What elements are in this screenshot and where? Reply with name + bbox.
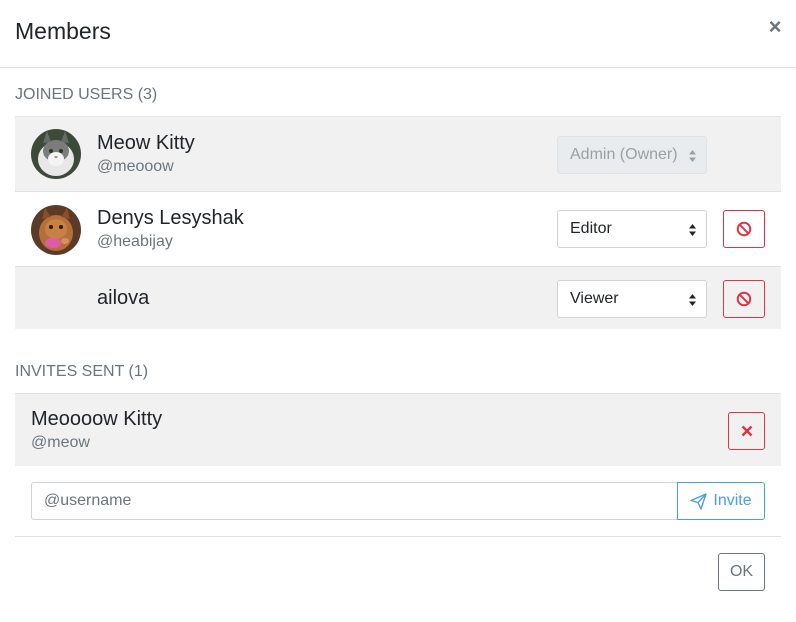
select-arrows-icon — [689, 224, 696, 236]
footer-divider — [15, 536, 781, 537]
invite-form: Invite — [31, 482, 765, 520]
ok-button[interactable]: OK — [718, 553, 765, 591]
cat-avatar — [31, 205, 81, 255]
member-row: ailova Viewer — [15, 266, 781, 329]
joined-users-title: JOINED USERS (3) — [15, 86, 158, 103]
ban-icon — [736, 221, 752, 237]
member-handle: @heabijay — [97, 233, 173, 250]
modal-header: Members × — [0, 0, 796, 68]
invite-handle: @meow — [31, 434, 90, 451]
member-name: ailova — [97, 287, 150, 309]
select-arrows-icon — [689, 294, 696, 306]
invite-button[interactable]: Invite — [677, 482, 765, 520]
role-select-value: Admin (Owner) — [570, 146, 678, 163]
modal-title: Members — [15, 18, 111, 44]
select-arrows-icon — [689, 150, 696, 162]
username-input[interactable] — [31, 482, 678, 520]
member-name: Denys Lesyshak — [97, 207, 244, 229]
remove-member-button[interactable] — [723, 280, 765, 318]
role-select[interactable]: Viewer — [557, 280, 707, 318]
remove-member-button[interactable] — [723, 210, 765, 248]
role-select: Admin (Owner) — [557, 136, 707, 174]
role-select-value: Editor — [570, 220, 612, 237]
invite-name: Meoooow Kitty — [31, 408, 163, 430]
member-row: Meow Kitty @meooow Admin (Owner) — [15, 116, 781, 192]
ban-icon — [736, 291, 752, 307]
cat-avatar — [31, 129, 81, 179]
close-icon — [741, 425, 752, 437]
invite-row: Meoooow Kitty @meow — [15, 393, 781, 466]
role-select-value: Viewer — [570, 290, 619, 307]
member-handle: @meooow — [97, 158, 174, 175]
invites-sent-title: INVITES SENT (1) — [15, 363, 149, 380]
paper-plane-icon — [690, 492, 708, 510]
close-button[interactable]: × — [766, 16, 784, 38]
invite-button-label: Invite — [713, 492, 752, 509]
member-row: Denys Lesyshak @heabijay Editor — [15, 191, 781, 267]
cancel-invite-button[interactable] — [728, 412, 765, 450]
role-select[interactable]: Editor — [557, 210, 707, 248]
member-name: Meow Kitty — [97, 132, 195, 154]
